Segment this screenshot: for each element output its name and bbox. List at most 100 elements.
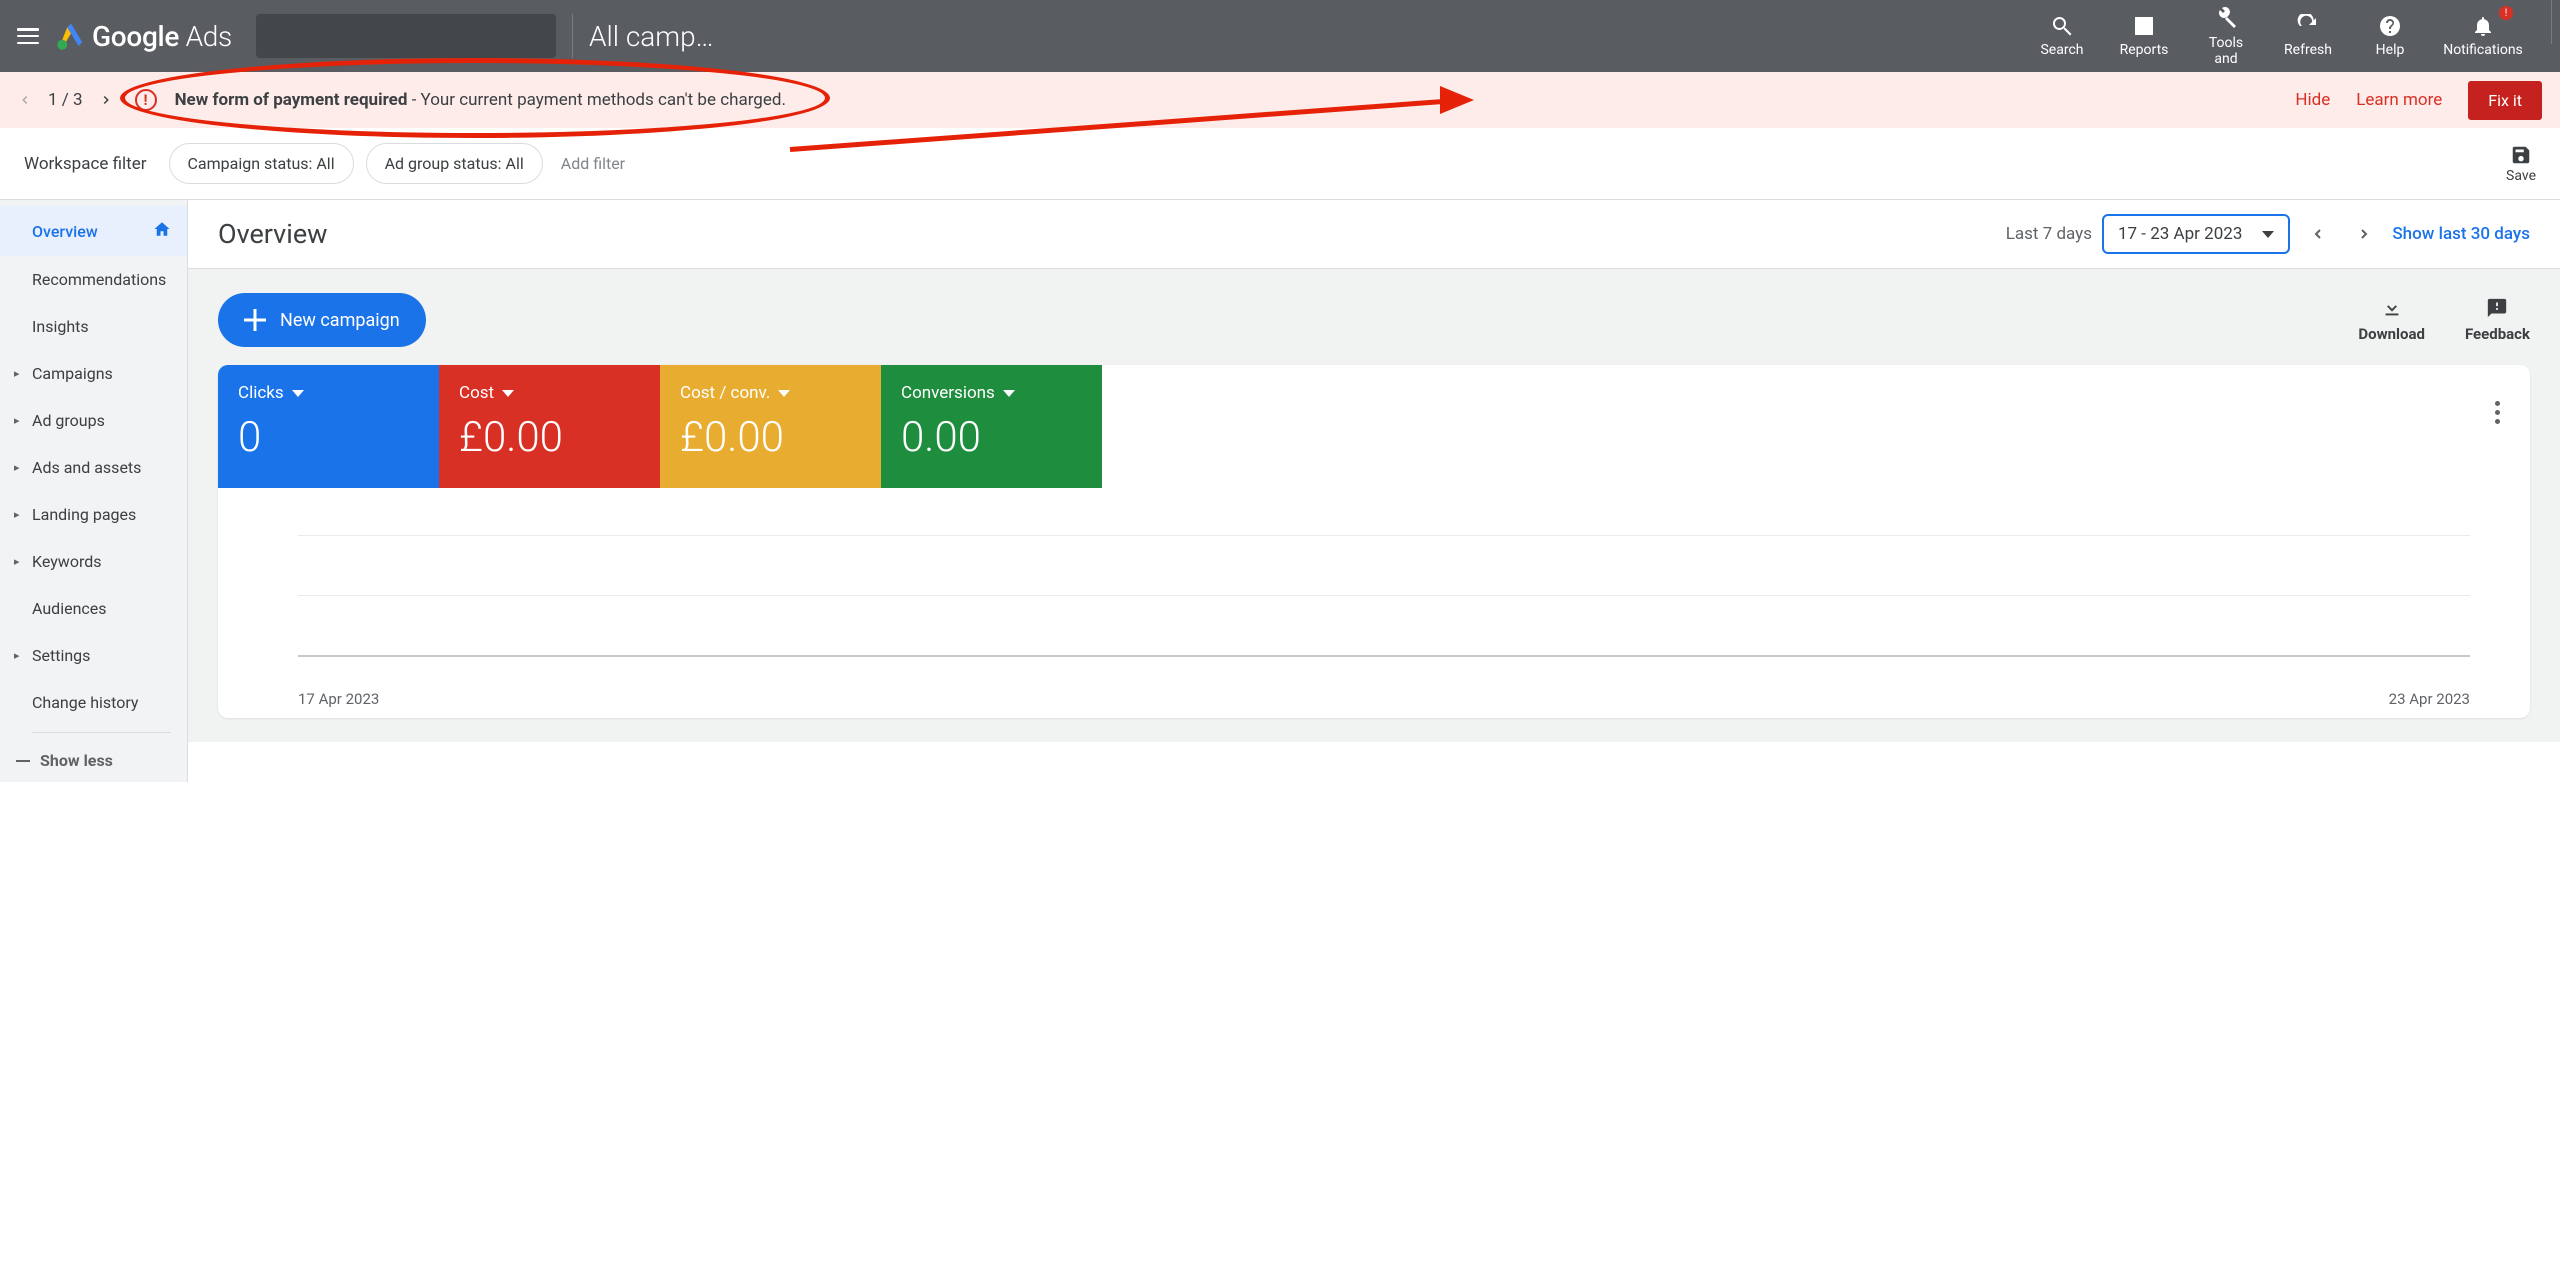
alert-body: - Your current payment methods can't be …	[407, 90, 786, 110]
new-campaign-button[interactable]: New campaign	[218, 293, 426, 347]
alert-hide-link[interactable]: Hide	[2295, 90, 2330, 110]
plus-icon	[244, 309, 266, 331]
date-prev-button[interactable]	[2300, 216, 2336, 252]
search-label: Search	[2040, 42, 2083, 58]
sidebar-item-ad-groups[interactable]: ▸Ad groups	[0, 397, 187, 444]
save-filter-button[interactable]: Save	[2506, 144, 2536, 184]
performance-chart: 17 Apr 2023 23 Apr 2023	[218, 488, 2530, 718]
filter-chip-adgroup-status[interactable]: Ad group status: All	[366, 143, 543, 184]
alert-message: New form of payment required - Your curr…	[175, 90, 786, 110]
sidebar-item-label: Ad groups	[32, 411, 105, 430]
sidebar-item-landing-pages[interactable]: ▸Landing pages	[0, 491, 187, 538]
caret-icon: ▸	[14, 555, 20, 568]
chevron-left-icon[interactable]	[18, 93, 32, 107]
refresh-action[interactable]: Refresh	[2267, 0, 2349, 72]
dropdown-caret-icon	[778, 390, 790, 397]
metric-name: Cost	[459, 383, 494, 403]
chevron-right-icon[interactable]	[99, 93, 113, 107]
tools-sub-label: and	[2214, 52, 2237, 66]
sidebar-item-overview[interactable]: Overview	[0, 206, 187, 256]
sidebar-item-campaigns[interactable]: ▸ Campaigns	[0, 350, 187, 397]
download-label: Download	[2358, 325, 2425, 343]
sidebar-item-label: Overview	[32, 222, 98, 241]
chart-x-start: 17 Apr 2023	[298, 690, 379, 708]
metric-tile-cost-per-conv[interactable]: Cost / conv. £0.00	[660, 365, 881, 488]
caret-icon: ▸	[14, 367, 20, 380]
help-label: Help	[2376, 42, 2405, 58]
refresh-label: Refresh	[2284, 42, 2332, 58]
sidebar-item-label: Insights	[32, 317, 89, 336]
metric-value: £0.00	[680, 413, 861, 462]
bell-icon	[2471, 14, 2495, 38]
sidebar-show-less[interactable]: Show less	[0, 739, 187, 782]
notifications-action[interactable]: ! Notifications	[2431, 0, 2535, 72]
notifications-label: Notifications	[2443, 42, 2523, 58]
sidebar-item-label: Recommendations	[32, 270, 166, 289]
reports-action[interactable]: Reports	[2103, 0, 2185, 72]
alert-learn-more-link[interactable]: Learn more	[2356, 90, 2442, 110]
hamburger-icon	[17, 28, 39, 44]
sidebar-item-ads-assets[interactable]: ▸Ads and assets	[0, 444, 187, 491]
chevron-right-icon	[2356, 226, 2372, 242]
campaign-scope-dropdown[interactable]: All camp…	[589, 20, 714, 53]
dropdown-caret-icon	[502, 390, 514, 397]
date-range-picker[interactable]: 17 - 23 Apr 2023	[2102, 214, 2290, 254]
chevron-left-icon	[2310, 226, 2326, 242]
tools-icon	[2214, 7, 2238, 31]
save-label: Save	[2506, 168, 2536, 184]
metric-name: Cost / conv.	[680, 383, 770, 403]
help-icon	[2378, 14, 2402, 38]
card-more-menu[interactable]	[2495, 401, 2500, 424]
alert-error-icon: !	[135, 89, 157, 111]
dropdown-caret-icon	[2262, 231, 2274, 238]
payment-alert-banner: 1 / 3 ! New form of payment required - Y…	[0, 72, 2560, 128]
google-ads-logo[interactable]: Google Ads	[56, 20, 232, 53]
date-next-button[interactable]	[2346, 216, 2382, 252]
sidebar-item-insights[interactable]: Insights	[0, 303, 187, 350]
sidebar-item-label: Keywords	[32, 552, 102, 571]
search-action[interactable]: Search	[2021, 0, 2103, 72]
dropdown-caret-icon	[1003, 390, 1015, 397]
caret-icon: ▸	[14, 649, 20, 662]
dropdown-caret-icon	[292, 390, 304, 397]
feedback-button[interactable]: Feedback	[2465, 297, 2530, 343]
date-range-value: 17 - 23 Apr 2023	[2118, 224, 2242, 244]
metric-name: Conversions	[901, 383, 995, 403]
metric-tile-cost[interactable]: Cost £0.00	[439, 365, 660, 488]
metric-value: 0.00	[901, 413, 1082, 462]
sidebar-item-label: Settings	[32, 646, 90, 665]
metric-name: Clicks	[238, 383, 284, 403]
chart-x-end: 23 Apr 2023	[2389, 690, 2470, 708]
sidebar-divider	[32, 732, 171, 733]
add-filter-button[interactable]: Add filter	[561, 154, 625, 173]
fix-it-button[interactable]: Fix it	[2468, 81, 2542, 120]
sidebar-item-change-history[interactable]: Change history	[0, 679, 187, 726]
date-range-preset-label: Last 7 days	[2006, 224, 2092, 244]
filter-chip-campaign-status[interactable]: Campaign status: All	[169, 143, 354, 184]
show-last-30-days-link[interactable]: Show last 30 days	[2392, 224, 2530, 244]
sidebar-item-settings[interactable]: ▸ Settings	[0, 632, 187, 679]
home-icon	[153, 220, 171, 242]
left-sidebar: Overview Recommendations Insights ▸ Campa…	[0, 200, 188, 782]
alert-counter: 1 / 3	[48, 90, 83, 110]
sidebar-item-recommendations[interactable]: Recommendations	[0, 256, 187, 303]
feedback-label: Feedback	[2465, 325, 2530, 343]
help-action[interactable]: Help	[2349, 0, 2431, 72]
campaign-scope-label: All camp…	[589, 20, 714, 53]
refresh-icon	[2296, 14, 2320, 38]
sidebar-item-label: Campaigns	[32, 364, 113, 383]
account-selector[interactable]	[256, 14, 556, 58]
metric-tile-conversions[interactable]: Conversions 0.00	[881, 365, 1102, 488]
alert-title: New form of payment required	[175, 90, 408, 110]
main-menu-button[interactable]	[0, 8, 56, 64]
metric-tile-clicks[interactable]: Clicks 0	[218, 365, 439, 488]
ads-logo-icon	[56, 21, 86, 51]
tools-action[interactable]: Tools and	[2185, 0, 2267, 72]
download-button[interactable]: Download	[2358, 297, 2425, 343]
logo-text-ads: Ads	[186, 20, 232, 53]
sidebar-item-keywords[interactable]: ▸ Keywords	[0, 538, 187, 585]
main-content: Overview Last 7 days 17 - 23 Apr 2023 Sh…	[188, 200, 2560, 782]
alert-pager: 1 / 3	[18, 90, 113, 110]
sidebar-item-audiences[interactable]: Audiences	[0, 585, 187, 632]
metric-value: £0.00	[459, 413, 640, 462]
